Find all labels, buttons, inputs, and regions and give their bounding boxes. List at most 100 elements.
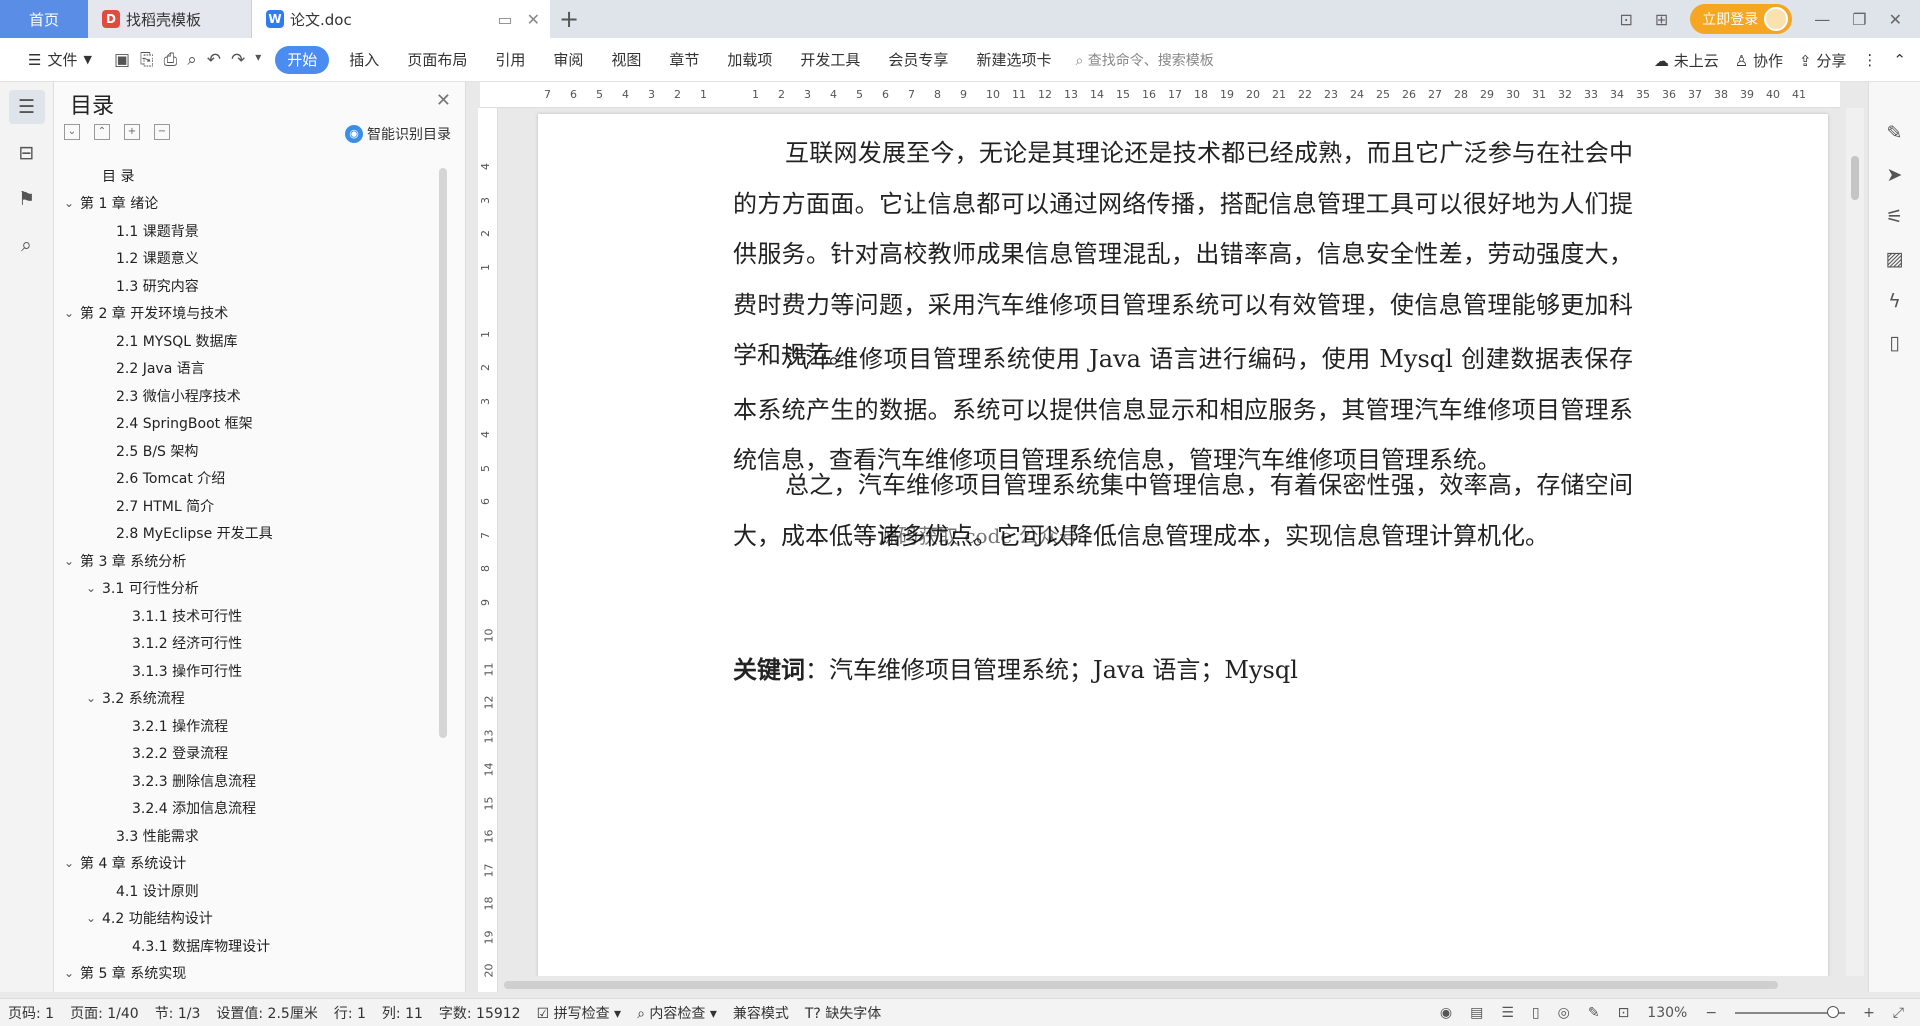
status-page-code[interactable]: 页码: 1 bbox=[8, 1003, 54, 1023]
expand-all-icon[interactable]: ⌃ bbox=[94, 124, 110, 140]
status-col[interactable]: 列: 11 bbox=[382, 1003, 423, 1023]
print-icon[interactable]: ⎙ bbox=[164, 50, 178, 70]
fit-page-icon[interactable]: ⊡ bbox=[1618, 1005, 1630, 1021]
chevron-down-icon[interactable]: ⌄ bbox=[62, 966, 76, 980]
reading-view-icon[interactable]: ▯ bbox=[1532, 1005, 1540, 1021]
spell-check-button[interactable]: ☑ 拼写检查 ▾ bbox=[537, 1003, 622, 1023]
toc-item[interactable]: 4.1 设计原则 bbox=[54, 877, 450, 905]
tab-review[interactable]: 审阅 bbox=[539, 49, 597, 70]
tab-chapter[interactable]: 章节 bbox=[655, 49, 713, 70]
tab-home[interactable]: 首页 bbox=[0, 0, 88, 38]
document-page[interactable]: 互联网发展至今，无论是其理论还是技术都已经成熟，而且它广泛参与在社会中的方方面面… bbox=[538, 114, 1828, 976]
vertical-ruler[interactable]: 4 3 2 1 1 2 3 4 5 6 7 8 9 10 11 12 13 14 15 16 17 18 19 20 bbox=[478, 108, 498, 992]
toc-item[interactable]: ⌄ 3.1 可行性分析 bbox=[54, 575, 450, 603]
vertical-scrollbar[interactable] bbox=[1846, 108, 1864, 976]
toc-item[interactable]: 3.1.3 操作可行性 bbox=[54, 657, 450, 685]
lightning-icon[interactable]: ϟ bbox=[1888, 290, 1901, 312]
tab-insert[interactable]: 插入 bbox=[335, 49, 393, 70]
tab-references[interactable]: 引用 bbox=[481, 49, 539, 70]
tab-document[interactable]: W 论文.doc ▭ ✕ bbox=[252, 0, 550, 38]
chevron-down-icon[interactable]: ⌄ bbox=[84, 691, 98, 705]
float-window-icon[interactable]: ▭ bbox=[497, 10, 512, 29]
scroll-thumb[interactable] bbox=[504, 981, 1778, 989]
toc-item[interactable]: ⌄ 第 3 章 系统分析 bbox=[54, 547, 450, 575]
status-word-count[interactable]: 字数: 15912 bbox=[439, 1003, 521, 1023]
chevron-down-icon[interactable]: ⌄ bbox=[62, 554, 76, 568]
page-view-icon[interactable]: ▤ bbox=[1470, 1005, 1483, 1021]
login-button[interactable]: 立即登录 bbox=[1690, 4, 1793, 34]
apps-grid-icon[interactable]: ⊞ bbox=[1655, 10, 1668, 29]
tab-member[interactable]: 会员专享 bbox=[874, 49, 962, 70]
command-search[interactable]: ⌕ 查找命令、搜索模板 bbox=[1075, 50, 1213, 70]
toc-item[interactable]: 3.2.3 删除信息流程 bbox=[54, 767, 450, 795]
fullscreen-icon[interactable]: ⤢ bbox=[1893, 1005, 1904, 1021]
tab-page-layout[interactable]: 页面布局 bbox=[393, 49, 481, 70]
toc-item[interactable]: 2.6 Tomcat 介绍 bbox=[54, 465, 450, 493]
share-button[interactable]: ⇪ 分享 bbox=[1799, 50, 1846, 71]
toc-item[interactable]: 2.1 MYSQL 数据库 bbox=[54, 327, 450, 355]
horizontal-scrollbar[interactable] bbox=[500, 978, 1840, 992]
toc-item[interactable]: 3.1.2 经济可行性 bbox=[54, 630, 450, 658]
zoom-in-icon[interactable]: + bbox=[1863, 1005, 1875, 1021]
toc-item[interactable]: 4.3.1 数据库物理设计 bbox=[54, 932, 450, 960]
collapse-all-icon[interactable]: ⌄ bbox=[64, 124, 80, 140]
toc-item[interactable]: 3.1.1 技术可行性 bbox=[54, 602, 450, 630]
toc-panel-icon[interactable]: ☰ bbox=[8, 90, 45, 124]
toc-item[interactable]: 1.2 课题意义 bbox=[54, 245, 450, 273]
toc-item[interactable]: 2.5 B/S 架构 bbox=[54, 437, 450, 465]
toc-item[interactable]: ⌄ 第 1 章 绪论 bbox=[54, 190, 450, 218]
undo-icon[interactable]: ↶ bbox=[207, 50, 221, 70]
toc-item[interactable]: 1.1 课题背景 bbox=[54, 217, 450, 245]
keywords-line[interactable]: 关键词：汽车维修项目管理系统；Java 语言；Mysql bbox=[733, 650, 1298, 685]
toc-item[interactable]: ⌄ 3.2 系统流程 bbox=[54, 685, 450, 713]
eye-protect-icon[interactable]: ◉ bbox=[1440, 1005, 1452, 1021]
toc-item[interactable]: 3.2.1 操作流程 bbox=[54, 712, 450, 740]
select-cursor-icon[interactable]: ➤ bbox=[1887, 164, 1903, 186]
book-icon[interactable]: ▯ bbox=[1889, 332, 1899, 354]
save-icon[interactable]: ▣ bbox=[114, 50, 130, 70]
zoom-slider[interactable] bbox=[1735, 1006, 1846, 1018]
toc-item[interactable]: ⌄ 第 2 章 开发环境与技术 bbox=[54, 300, 450, 328]
horizontal-ruler[interactable]: 7 6 5 4 3 2 1 1 2 3 4 5 6 7 8 9 10 11 12 13 14 15 16 17 18 19 20 21… bbox=[480, 82, 1840, 108]
outline-view-icon[interactable]: ☰ bbox=[1501, 1005, 1514, 1021]
content-check-button[interactable]: ⌕ 内容检查 ▾ bbox=[637, 1003, 717, 1023]
add-tab-button[interactable]: + bbox=[550, 0, 588, 38]
chevron-down-icon[interactable]: ⌄ bbox=[62, 196, 76, 210]
tab-developer[interactable]: 开发工具 bbox=[786, 49, 874, 70]
tab-daoke-templates[interactable]: D 找稻壳模板 bbox=[88, 0, 252, 38]
chevron-down-icon[interactable]: ⌄ bbox=[84, 911, 98, 925]
image-tool-icon[interactable]: ▨ bbox=[1886, 248, 1904, 270]
adjust-icon[interactable]: ⚟ bbox=[1886, 206, 1903, 228]
layout-icon[interactable]: ⊡ bbox=[1619, 10, 1632, 29]
scroll-thumb[interactable] bbox=[1851, 156, 1859, 200]
smart-toc-button[interactable]: ◉ 智能识别目录 bbox=[345, 124, 451, 144]
find-icon[interactable]: ⌕ bbox=[9, 228, 45, 262]
collaborate-button[interactable]: ♙ 协作 bbox=[1735, 50, 1783, 71]
close-tab-icon[interactable]: ✕ bbox=[527, 10, 540, 29]
chevron-down-icon[interactable]: ⌄ bbox=[62, 306, 76, 320]
tab-view[interactable]: 视图 bbox=[597, 49, 655, 70]
missing-font-button[interactable]: T? 缺失字体 bbox=[805, 1003, 881, 1023]
redo-icon[interactable]: ↷ bbox=[231, 50, 245, 70]
web-view-icon[interactable]: ◎ bbox=[1558, 1005, 1570, 1021]
toc-item[interactable]: 目 录 bbox=[54, 162, 450, 190]
toc-item[interactable]: ⌄ 4.2 功能结构设计 bbox=[54, 905, 450, 933]
write-view-icon[interactable]: ✎ bbox=[1588, 1005, 1600, 1021]
close-window-icon[interactable]: ✕ bbox=[1889, 10, 1902, 29]
restore-icon[interactable]: ❐ bbox=[1852, 10, 1866, 29]
tab-start[interactable]: 开始 bbox=[275, 45, 330, 74]
toc-item[interactable]: 2.2 Java 语言 bbox=[54, 355, 450, 383]
chevron-down-icon[interactable]: ⌄ bbox=[84, 581, 98, 595]
toc-item[interactable]: 1.3 研究内容 bbox=[54, 272, 450, 300]
status-page[interactable]: 页面: 1/40 bbox=[70, 1003, 139, 1023]
status-row[interactable]: 行: 1 bbox=[334, 1003, 366, 1023]
close-icon[interactable]: ✕ bbox=[436, 90, 451, 111]
zoom-slider-knob[interactable] bbox=[1827, 1006, 1840, 1018]
toc-item[interactable]: 3.2.2 登录流程 bbox=[54, 740, 450, 768]
chevron-down-icon[interactable]: ⌄ bbox=[62, 856, 76, 870]
bookmark-icon[interactable]: ⚑ bbox=[9, 182, 45, 216]
tab-addins[interactable]: 加载项 bbox=[713, 49, 786, 70]
remove-heading-icon[interactable]: − bbox=[154, 124, 170, 140]
status-setting[interactable]: 设置值: 2.5厘米 bbox=[216, 1003, 317, 1023]
toc-item[interactable]: ⌄ 第 5 章 系统实现 bbox=[54, 960, 450, 988]
